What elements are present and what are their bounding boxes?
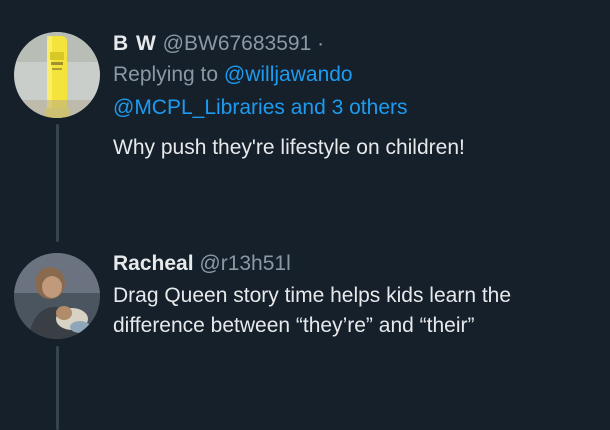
user-handle[interactable]: @r13h51l: [199, 252, 290, 275]
display-name[interactable]: Racheal: [113, 252, 194, 275]
tweet-text: Drag Queen story time helps kids learn t…: [113, 281, 598, 341]
tweet-text-line: difference between “they’re” and “their”: [113, 314, 475, 337]
avatar[interactable]: [14, 253, 100, 339]
reply-thread: B W @BW67683591 · Replying to @willjawan…: [0, 0, 610, 430]
tweet-header: Racheal @r13h51l: [113, 250, 598, 278]
thread-connector-line: [56, 346, 59, 430]
tweet-racheal[interactable]: Racheal @r13h51l Drag Queen story time h…: [0, 0, 610, 430]
tweet-text-line: Drag Queen story time helps kids learn t…: [113, 284, 512, 307]
person-with-child-avatar-image: [14, 253, 100, 339]
tweet-content: Racheal @r13h51l Drag Queen story time h…: [113, 250, 598, 341]
